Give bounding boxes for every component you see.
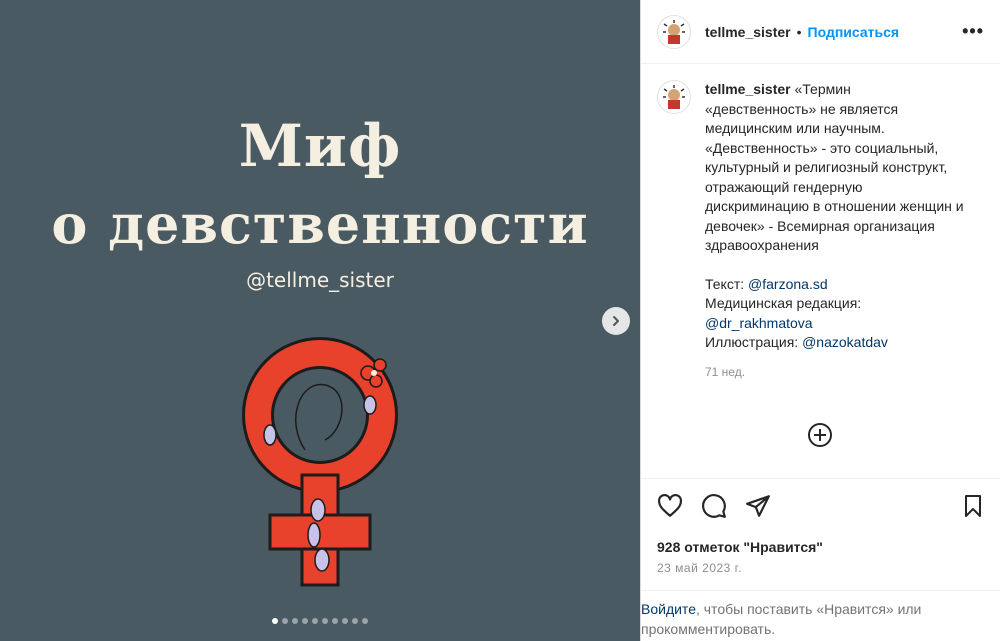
caption-credits: Текст: @farzona.sd Медицинская редакция:… bbox=[705, 275, 965, 353]
carousel-dot bbox=[312, 618, 318, 624]
caption: tellme_sister «Термин «девственность» не… bbox=[657, 80, 965, 382]
caption-body: tellme_sister «Термин «девственность» не… bbox=[705, 80, 965, 382]
carousel-indicator bbox=[0, 618, 640, 624]
carousel-dot bbox=[362, 618, 368, 624]
credit-text-label: Текст: bbox=[705, 275, 745, 292]
credit-illus-label: Иллюстрация: bbox=[705, 334, 799, 350]
share-icon[interactable] bbox=[745, 493, 771, 519]
caption-username[interactable]: tellme_sister bbox=[705, 81, 791, 97]
action-icons bbox=[657, 493, 985, 521]
avatar-icon bbox=[663, 85, 685, 109]
credit-text-link[interactable]: @farzona.sd bbox=[748, 276, 828, 292]
more-options-button[interactable]: ••• bbox=[962, 21, 984, 42]
chevron-right-icon bbox=[613, 316, 619, 326]
carousel-dot bbox=[322, 618, 328, 624]
caption-avatar[interactable] bbox=[657, 80, 691, 114]
instagram-post-modal: Миф о девственности @tellme_sister tellm… bbox=[0, 0, 1000, 641]
carousel-dot bbox=[302, 618, 308, 624]
caption-text: «Термин «девственность» не является меди… bbox=[705, 81, 964, 253]
credit-illus-link[interactable]: @nazokatdav bbox=[802, 334, 888, 350]
post-actions: 928 отметок "Нравится" 23 май 2023 г. Во… bbox=[641, 478, 1000, 639]
carousel-dot bbox=[282, 618, 288, 624]
venus-symbol-illustration bbox=[242, 337, 398, 587]
carousel-dot bbox=[292, 618, 298, 624]
credit-edit-link[interactable]: @dr_rakhmatova bbox=[705, 315, 813, 331]
post-image[interactable]: Миф о девственности @tellme_sister bbox=[0, 0, 640, 641]
login-link[interactable]: Войдите bbox=[641, 601, 696, 617]
plus-circle-icon bbox=[808, 423, 832, 447]
carousel-dot bbox=[352, 618, 358, 624]
carousel-dot bbox=[272, 618, 278, 624]
image-title-line2: о девственности bbox=[51, 192, 589, 256]
heart-icon[interactable] bbox=[657, 493, 683, 519]
likes-count[interactable]: 928 отметок "Нравится" bbox=[657, 539, 823, 555]
carousel-dot bbox=[342, 618, 348, 624]
load-more-comments-button[interactable] bbox=[807, 422, 833, 453]
bookmark-icon[interactable] bbox=[961, 493, 985, 519]
post-date: 23 май 2023 г. bbox=[657, 561, 742, 575]
comment-icon[interactable] bbox=[701, 493, 727, 519]
follow-button[interactable]: Подписаться bbox=[808, 24, 900, 40]
avatar[interactable] bbox=[657, 14, 691, 49]
carousel-next-button[interactable] bbox=[602, 307, 630, 335]
carousel-dot bbox=[332, 618, 338, 624]
caption-area: tellme_sister «Термин «девственность» не… bbox=[641, 64, 1000, 478]
header-separator: • bbox=[796, 23, 802, 40]
avatar-icon bbox=[663, 19, 685, 44]
post-sidebar: tellme_sister • Подписаться ••• tellme_s… bbox=[640, 0, 1000, 641]
post-header: tellme_sister • Подписаться ••• bbox=[641, 0, 1000, 64]
caption-time[interactable]: 71 нед. bbox=[705, 363, 965, 383]
image-handle: @tellme_sister bbox=[246, 268, 394, 292]
header-username[interactable]: tellme_sister bbox=[705, 24, 791, 40]
login-prompt: Войдите, чтобы поставить «Нравится» или … bbox=[641, 590, 1000, 639]
credit-edit-label: Медицинская редакция: bbox=[705, 295, 862, 311]
image-title-line1: Миф bbox=[238, 112, 402, 180]
